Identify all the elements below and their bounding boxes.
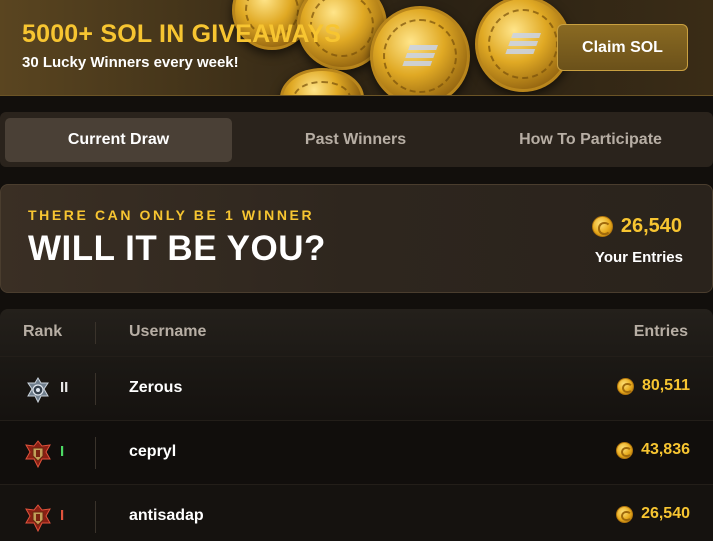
table-row: I antisadap 26,540: [0, 484, 713, 541]
current-draw-card: THERE CAN ONLY BE 1 WINNER WILL IT BE YO…: [0, 184, 713, 293]
column-divider: [95, 437, 96, 469]
table-row: II Zerous 80,511: [0, 356, 713, 420]
column-divider: [95, 501, 96, 533]
row-entries: 26,540: [616, 505, 690, 523]
header-entries: Entries: [633, 323, 688, 340]
your-entries-label: Your Entries: [594, 249, 683, 266]
entries-count: 26,540: [641, 505, 690, 522]
red-crest-icon: [25, 504, 51, 532]
draw-headline: WILL IT BE YOU?: [28, 229, 326, 268]
row-entries: 80,511: [616, 377, 690, 395]
silver-shield-icon: [27, 377, 49, 404]
header-divider: [95, 322, 96, 344]
entries-table: Rank Username Entries II Zerous 80,511 I…: [0, 309, 713, 541]
entries-count: 43,836: [641, 441, 690, 458]
tab-how-to-participate[interactable]: How To Participate: [478, 118, 703, 162]
username[interactable]: antisadap: [129, 507, 204, 525]
your-entries-value: 26,540: [620, 215, 682, 237]
entries-count: 80,511: [641, 377, 690, 394]
gold-coin-icon: [616, 505, 634, 523]
draw-kicker: THERE CAN ONLY BE 1 WINNER: [28, 207, 315, 223]
header-rank: Rank: [23, 323, 63, 340]
gold-coin-icon: [616, 377, 634, 395]
username[interactable]: cepryl: [129, 443, 176, 461]
giveaway-tabs: Current Draw Past Winners How To Partici…: [0, 112, 713, 167]
tab-past-winners[interactable]: Past Winners: [243, 118, 468, 162]
banner-title: 5000+ SOL IN GIVEAWAYS: [22, 20, 342, 48]
table-row: I cepryl 43,836: [0, 420, 713, 484]
table-header: Rank Username Entries: [0, 309, 713, 356]
gold-coin-icon: [591, 216, 613, 237]
rank-tier: I: [60, 443, 65, 460]
rank-tier: II: [60, 379, 69, 396]
header-username: Username: [129, 323, 207, 340]
banner-subtitle: 30 Lucky Winners every week!: [22, 54, 239, 71]
your-entries-value-row: 26,540: [591, 215, 682, 238]
username[interactable]: Zerous: [129, 379, 182, 397]
tab-current-draw[interactable]: Current Draw: [5, 118, 232, 162]
row-entries: 43,836: [616, 441, 690, 459]
gold-coin-icon: [616, 441, 634, 459]
claim-sol-button[interactable]: Claim SOL: [557, 24, 688, 71]
red-crest-icon: [25, 440, 51, 468]
giveaway-banner: 5000+ SOL IN GIVEAWAYS 30 Lucky Winners …: [0, 0, 713, 96]
column-divider: [95, 373, 96, 405]
rank-tier: I: [60, 507, 65, 524]
